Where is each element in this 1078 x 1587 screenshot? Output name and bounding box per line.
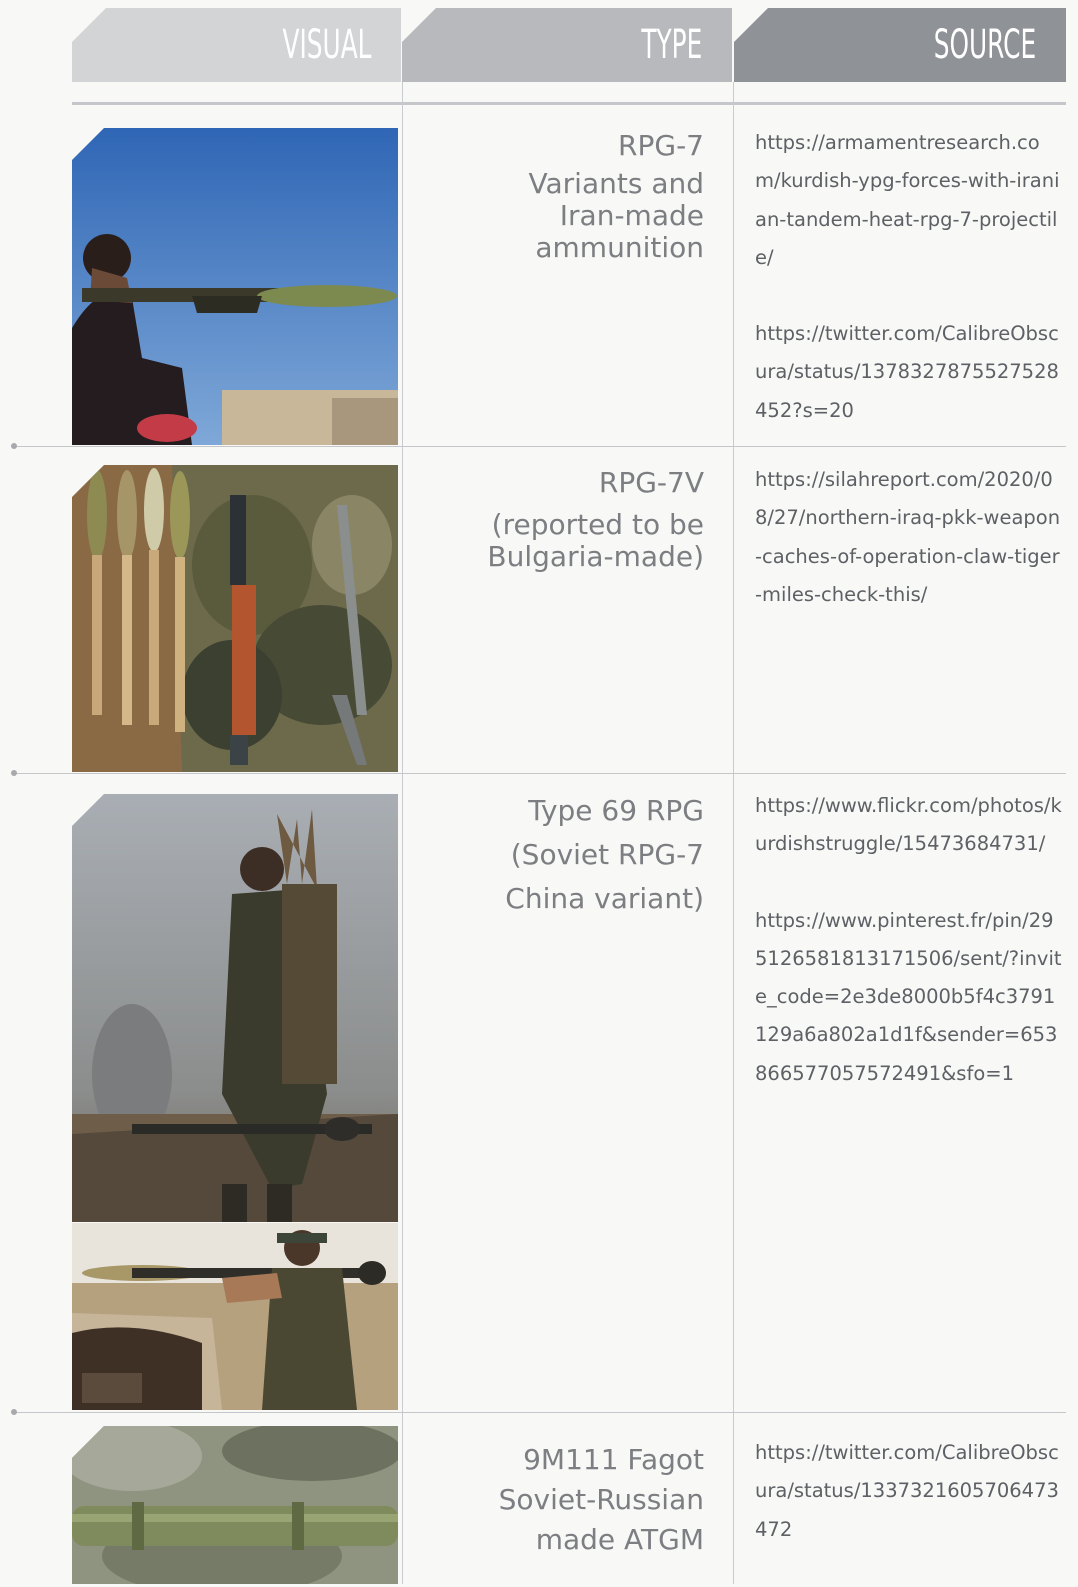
source-link[interactable]: https://twitter.com/CalibreObscura/statu… — [755, 315, 1063, 430]
row-1-sources: https://armamentresearch.com/kurdish-ypg… — [755, 124, 1063, 468]
column-divider-1 — [402, 82, 403, 1584]
row-marker-2 — [11, 770, 17, 776]
header-divider — [72, 102, 1066, 105]
source-link[interactable]: https://www.flickr.com/photos/kurdishstr… — [755, 787, 1063, 864]
header-type: TYPE — [402, 8, 732, 82]
source-link[interactable]: https://www.pinterest.fr/pin/29512658181… — [755, 902, 1063, 1093]
row-1-type-line-4: ammunition — [535, 231, 704, 264]
row-2-type-line-2: (reported to be — [491, 508, 704, 541]
row-1-type-line-2: Variants and — [528, 167, 704, 200]
header-visual: VISUAL — [72, 8, 401, 82]
source-link[interactable]: https://armamentresearch.com/kurdish-ypg… — [755, 124, 1063, 277]
rpg7v-photo — [72, 465, 398, 772]
fagot-photo — [72, 1426, 398, 1584]
row-4-type: 9M111 Fagot Soviet-Russian made ATGM — [414, 1440, 704, 1560]
source-link[interactable]: https://silahreport.com/2020/08/27/north… — [755, 461, 1063, 614]
column-divider-2 — [733, 82, 734, 1584]
type69-photo-2 — [72, 1223, 398, 1410]
row-3-sources: https://www.flickr.com/photos/kurdishstr… — [755, 787, 1063, 1131]
header-source: SOURCE — [734, 8, 1066, 82]
row-2-type-line-3: Bulgaria-made) — [487, 540, 704, 573]
row-4-type-line-1: 9M111 Fagot — [523, 1443, 704, 1476]
header-visual-label: VISUAL — [282, 22, 371, 68]
row-3-type: Type 69 RPG (Soviet RPG-7 China variant) — [414, 793, 704, 917]
row-divider-2 — [14, 773, 1066, 774]
row-2-type-line-1: RPG-7V — [598, 466, 704, 499]
type69-photo-1 — [72, 794, 398, 1222]
row-2-type: RPG-7V (reported to be Bulgaria-made) — [414, 467, 704, 573]
row-1-type: RPG-7 Variants and Iran-made ammunition — [414, 130, 704, 264]
source-link[interactable]: https://twitter.com/CalibreObscura/statu… — [755, 1434, 1063, 1549]
row-marker-1 — [11, 443, 17, 449]
row-1-type-line-1: RPG-7 — [618, 129, 704, 162]
row-1-type-line-3: Iran-made — [559, 199, 704, 232]
row-3-type-line-1: Type 69 RPG — [528, 794, 704, 827]
row-marker-3 — [11, 1409, 17, 1415]
row-3-type-line-2: (Soviet RPG-7 — [510, 838, 704, 871]
row-divider-3 — [14, 1412, 1066, 1413]
rpg7-photo — [72, 128, 398, 445]
header-type-label: TYPE — [641, 22, 702, 68]
row-2-sources: https://silahreport.com/2020/08/27/north… — [755, 461, 1063, 652]
row-4-type-line-3: made ATGM — [535, 1523, 704, 1556]
row-4-sources: https://twitter.com/CalibreObscura/statu… — [755, 1434, 1063, 1587]
header-source-label: SOURCE — [933, 22, 1036, 68]
row-3-type-line-3: China variant) — [505, 882, 704, 915]
row-4-type-line-2: Soviet-Russian — [498, 1483, 704, 1516]
